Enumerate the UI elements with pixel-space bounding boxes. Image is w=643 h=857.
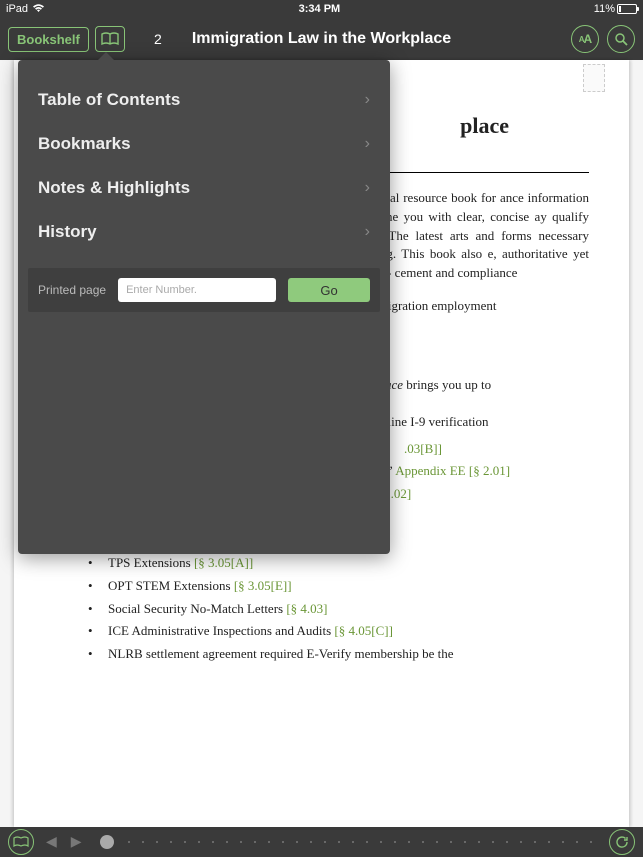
bookmark-tab[interactable] (583, 64, 605, 92)
status-bar: iPad 3:34 PM 11% (0, 0, 643, 18)
list-item: TPS Extensions [§ 3.05[A]] (84, 554, 589, 573)
font-size-button[interactable]: AA (571, 25, 599, 53)
popover-item-notes[interactable]: Notes & Highlights› (18, 166, 390, 210)
refresh-button[interactable] (609, 829, 635, 855)
battery-percent: 11% (594, 3, 615, 15)
popover-item-history[interactable]: History› (18, 210, 390, 254)
toc-popover: Table of Contents› Bookmarks› Notes & Hi… (18, 60, 390, 554)
list-item: NLRB settlement agreement required E-Ver… (84, 645, 589, 664)
popover-item-bookmarks[interactable]: Bookmarks› (18, 122, 390, 166)
prev-page-button[interactable]: ◀ (44, 834, 59, 851)
chevron-right-icon: › (365, 179, 370, 197)
top-toolbar: Bookshelf 2 Immigration Law in the Workp… (0, 18, 643, 60)
chevron-right-icon: › (365, 223, 370, 241)
bookshelf-button[interactable]: Bookshelf (8, 27, 89, 52)
wifi-icon (32, 3, 45, 16)
printed-page-row: Printed page Go (28, 268, 380, 312)
chevron-right-icon: › (365, 135, 370, 153)
scrubber-thumb[interactable] (100, 835, 114, 849)
list-item: OPT STEM Extensions [§ 3.05[E]] (84, 577, 589, 596)
chevron-right-icon: › (365, 91, 370, 109)
printed-page-label: Printed page (38, 283, 106, 297)
go-button[interactable]: Go (288, 278, 370, 302)
scrubber-track (122, 841, 593, 843)
page-scrubber[interactable] (94, 835, 599, 849)
battery-icon (617, 4, 637, 14)
next-page-button[interactable]: ▶ (69, 834, 84, 851)
list-item: ICE Administrative Inspections and Audit… (84, 622, 589, 641)
clock: 3:34 PM (45, 3, 594, 15)
list-item: Social Security No-Match Letters [§ 4.03… (84, 600, 589, 619)
popover-item-toc[interactable]: Table of Contents› (18, 78, 390, 122)
bottom-toolbar: ◀ ▶ (0, 827, 643, 857)
printed-page-input[interactable] (118, 278, 276, 302)
book-title: Immigration Law in the Workplace (192, 30, 451, 48)
device-label: iPad (6, 3, 28, 15)
library-button[interactable] (8, 829, 34, 855)
page-number: 2 (143, 31, 173, 47)
toc-toggle-button[interactable] (95, 26, 125, 52)
search-button[interactable] (607, 25, 635, 53)
